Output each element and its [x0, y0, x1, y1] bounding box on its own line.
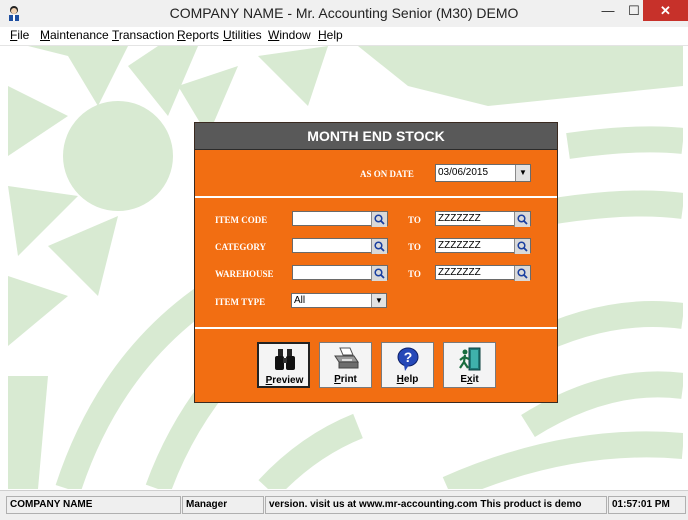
- menu-help[interactable]: Help: [318, 28, 343, 42]
- item-code-to-label: TO: [408, 215, 421, 225]
- warehouse-from-lookup-button[interactable]: [371, 266, 387, 281]
- exit-button[interactable]: Exit: [443, 342, 496, 388]
- search-icon: [517, 268, 528, 279]
- menu-transaction[interactable]: Transaction: [112, 28, 174, 42]
- as-on-date-value: 03/06/2015: [438, 167, 489, 178]
- item-code-label: ITEM CODE: [215, 215, 268, 225]
- menu-maintenance[interactable]: Maintenance: [40, 28, 109, 42]
- category-to-lookup-button[interactable]: [514, 239, 530, 254]
- search-icon: [517, 214, 528, 225]
- category-from-lookup-button[interactable]: [371, 239, 387, 254]
- title-bar: COMPANY NAME - Mr. Accounting Senior (M3…: [0, 0, 688, 28]
- warehouse-to-input[interactable]: ZZZZZZZ: [435, 265, 531, 281]
- item-code-to-input[interactable]: ZZZZZZZ: [435, 211, 531, 227]
- exit-icon: [444, 346, 495, 372]
- date-dropdown-button[interactable]: ▼: [515, 165, 530, 181]
- close-button[interactable]: ✕: [643, 0, 688, 21]
- status-company: COMPANY NAME: [6, 496, 181, 514]
- category-to-label: TO: [408, 242, 421, 252]
- search-icon: [374, 241, 385, 252]
- menu-utilities[interactable]: Utilities: [223, 28, 262, 42]
- warehouse-from-input[interactable]: [292, 265, 388, 281]
- as-on-date-label: AS ON DATE: [360, 169, 414, 179]
- search-icon: [517, 241, 528, 252]
- search-icon: [374, 268, 385, 279]
- chevron-down-icon: ▼: [375, 296, 383, 305]
- item-code-from-lookup-button[interactable]: [371, 212, 387, 227]
- menu-reports[interactable]: Reports: [177, 28, 219, 42]
- printer-icon: [320, 346, 371, 372]
- item-code-to-lookup-button[interactable]: [514, 212, 530, 227]
- status-time: 01:57:01 PM: [608, 496, 686, 514]
- status-bar: COMPANY NAME Manager version. visit us a…: [0, 490, 688, 520]
- item-type-select[interactable]: All ▼: [291, 293, 387, 308]
- item-type-value: All: [294, 295, 306, 306]
- item-code-from-input[interactable]: [292, 211, 388, 227]
- month-end-stock-dialog: MONTH END STOCK AS ON DATE 03/06/2015 ▼ …: [194, 122, 558, 403]
- warehouse-to-lookup-button[interactable]: [514, 266, 530, 281]
- window-title: COMPANY NAME - Mr. Accounting Senior (M3…: [169, 5, 519, 21]
- preview-button[interactable]: Preview: [257, 342, 310, 388]
- status-user: Manager: [182, 496, 264, 514]
- status-message: version. visit us at www.mr-accounting.c…: [265, 496, 607, 514]
- help-icon: ?: [382, 346, 433, 372]
- search-icon: [374, 214, 385, 225]
- chevron-down-icon: ▼: [519, 168, 527, 177]
- app-window: COMPANY NAME - Mr. Accounting Senior (M3…: [0, 0, 688, 520]
- menu-bar: File Maintenance Transaction Reports Uti…: [0, 27, 688, 46]
- category-label: CATEGORY: [215, 242, 267, 252]
- separator-bottom: [195, 327, 557, 329]
- binoculars-icon: [259, 347, 310, 373]
- item-type-label: ITEM TYPE: [215, 297, 266, 307]
- as-on-date-field[interactable]: 03/06/2015 ▼: [435, 164, 531, 182]
- minimize-button[interactable]: —: [596, 0, 620, 21]
- svg-text:?: ?: [403, 349, 412, 365]
- print-button[interactable]: Print: [319, 342, 372, 388]
- help-button[interactable]: ? Help: [381, 342, 434, 388]
- menu-window[interactable]: Window: [268, 28, 311, 42]
- menu-file[interactable]: File: [10, 28, 29, 42]
- warehouse-to-label: TO: [408, 269, 421, 279]
- separator-top: [195, 196, 557, 198]
- category-from-input[interactable]: [292, 238, 388, 254]
- item-type-dropdown-button[interactable]: ▼: [371, 294, 386, 307]
- dialog-title: MONTH END STOCK: [195, 123, 557, 150]
- category-to-input[interactable]: ZZZZZZZ: [435, 238, 531, 254]
- warehouse-label: WAREHOUSE: [215, 269, 274, 279]
